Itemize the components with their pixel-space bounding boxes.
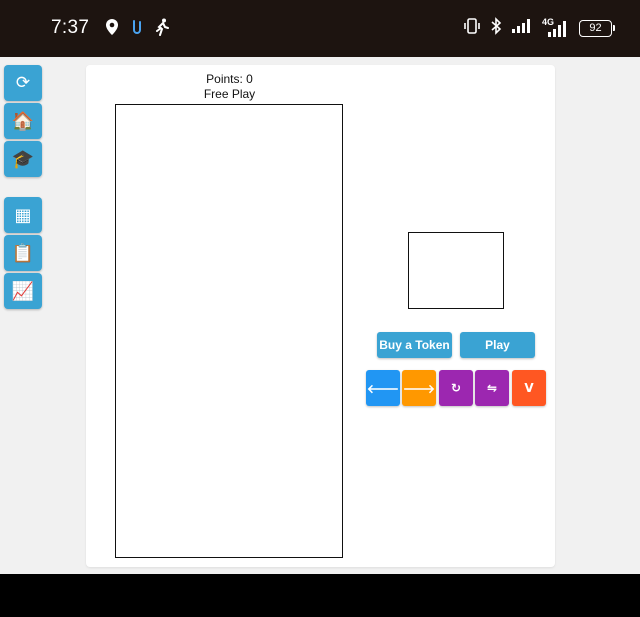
flip-icon: ⇋ — [486, 381, 498, 395]
grid-icon: ▦ — [14, 204, 32, 225]
refresh-button[interactable]: ⟳ — [4, 65, 42, 101]
chart-button[interactable]: 📈 — [4, 273, 42, 309]
location-pin-icon — [104, 18, 120, 41]
tutorial-button[interactable]: 🎓 — [4, 141, 42, 177]
clipboard-icon: 📋 — [11, 242, 35, 263]
home-icon: 🏠 — [11, 110, 35, 131]
signal-icon — [511, 18, 533, 39]
signal-4g-icon: 4G — [542, 17, 570, 38]
battery-icon: 92 — [579, 20, 615, 37]
rotate-icon: ↻ — [450, 381, 462, 395]
navigation-bar — [0, 574, 640, 617]
battery-level: 92 — [589, 22, 602, 34]
running-icon — [154, 18, 170, 41]
buy-token-button[interactable]: Buy a Token — [377, 332, 452, 358]
status-left-icons — [104, 18, 170, 41]
drop-icon: V — [524, 381, 534, 395]
rotate-button[interactable]: ↻ — [439, 370, 473, 406]
points-label: Points: 0 — [206, 72, 253, 86]
grid-button[interactable]: ▦ — [4, 197, 42, 233]
clipboard-button[interactable]: 📋 — [4, 235, 42, 271]
drop-button[interactable]: V — [512, 370, 546, 406]
play-button[interactable]: Play — [460, 332, 535, 358]
chart-icon: 📈 — [11, 280, 35, 301]
home-button[interactable]: 🏠 — [4, 103, 42, 139]
graduation-cap-icon: 🎓 — [11, 148, 35, 169]
clip-icon — [131, 18, 143, 41]
status-right-icons: 4G 92 — [463, 17, 615, 40]
arrow-right-icon: 🡒 — [402, 381, 436, 396]
flip-button[interactable]: ⇋ — [475, 370, 509, 406]
mode-label: Free Play — [203, 87, 256, 101]
arrow-left-icon: 🡐 — [366, 381, 400, 396]
vibrate-icon — [463, 17, 481, 40]
move-left-button[interactable]: 🡐 — [366, 370, 400, 406]
bluetooth-icon — [490, 17, 502, 40]
move-right-button[interactable]: 🡒 — [402, 370, 436, 406]
status-time: 7:37 — [51, 17, 90, 38]
refresh-icon: ⟳ — [15, 73, 31, 92]
game-board[interactable] — [115, 104, 343, 558]
status-bar: 7:37 4G 92 — [0, 0, 640, 57]
next-piece-preview — [408, 232, 504, 309]
